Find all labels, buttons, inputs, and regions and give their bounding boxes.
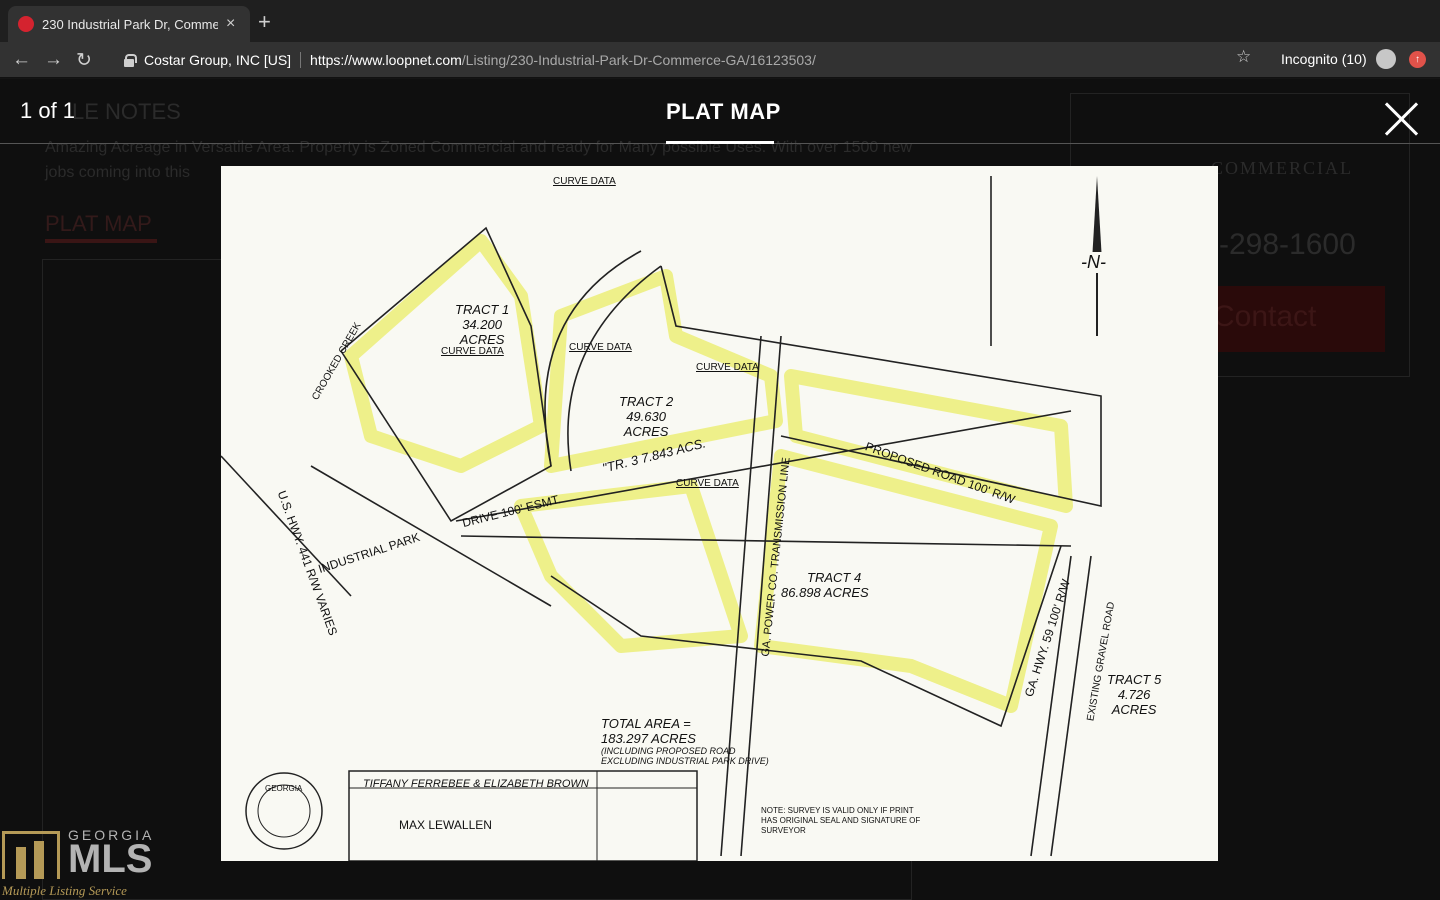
tract-1-label: TRACT 1 34.200 ACRES	[455, 302, 510, 347]
tract-4-label: TRACT 4 86.898 ACRES	[781, 570, 869, 600]
curve-data-label-5: CURVE DATA	[676, 478, 739, 489]
total-area-label: TOTAL AREA = 183.297 ACRES (INCLUDING PRO…	[601, 716, 769, 766]
incognito-label: Incognito (10)	[1281, 51, 1367, 67]
address-separator	[300, 52, 302, 68]
bookmark-star-icon[interactable]: ☆	[1236, 47, 1251, 67]
tab-close-icon[interactable]: ×	[226, 15, 235, 33]
reload-icon[interactable]: ↻	[76, 49, 92, 72]
georgia-mls-logo: GEORGIA MLS Multiple Listing Service	[2, 827, 162, 899]
survey-note: NOTE: SURVEY IS VALID ONLY IF PRINT HAS …	[761, 806, 921, 835]
back-icon[interactable]: ←	[12, 49, 31, 71]
site-owner: Costar Group, INC [US]	[144, 52, 292, 68]
tract-2-label: TRACT 2 49.630 ACRES	[619, 394, 674, 439]
curve-data-label-1: CURVE DATA	[553, 176, 616, 187]
curve-data-label-2: CURVE DATA	[441, 346, 504, 357]
bg-contact-button: Contact	[1201, 286, 1385, 352]
image-counter: 1 of 1	[20, 98, 76, 123]
incognito-icon[interactable]	[1376, 49, 1396, 69]
curve-data-label-3: CURVE DATA	[569, 342, 632, 353]
bg-notes-line2: jobs coming into this	[45, 164, 190, 181]
modal-title-underline	[666, 141, 774, 144]
bg-agent-phone: -298-1600	[1219, 228, 1356, 261]
url-domain: https://www.loopnet.com	[310, 52, 462, 68]
url-path: /Listing/230-Industrial-Park-Dr-Commerce…	[461, 52, 816, 68]
seal-label: GEORGIA	[265, 784, 303, 793]
bg-heading-underline	[45, 239, 157, 243]
bg-agent-brand: COMMERCIAL	[1211, 158, 1354, 178]
browser-toolbar: ← → ↻ Costar Group, INC [US] https://www…	[0, 42, 1440, 78]
plat-map-image: TRACT 1 34.200 ACRES TRACT 2 49.630 ACRES "T…	[221, 166, 1218, 861]
bg-contact-label: Contact	[1213, 300, 1317, 333]
lock-icon	[124, 54, 137, 67]
lightbox-header: 1 of 1 PLAT MAP	[0, 79, 1440, 144]
new-tab-icon[interactable]: +	[258, 9, 271, 35]
mls-building-icon	[2, 831, 60, 879]
bg-plat-heading: PLAT MAP	[45, 211, 152, 236]
tab-title: 230 Industrial Park Dr, Commerce	[42, 16, 218, 32]
browser-tab[interactable]: 230 Industrial Park Dr, Commerce ×	[8, 6, 250, 42]
page-content: LE NOTES Amazing Acreage in Versatile Ar…	[0, 79, 1440, 900]
north-label: -N-	[1081, 252, 1106, 273]
loopnet-favicon-icon	[18, 16, 34, 32]
close-icon[interactable]	[1383, 100, 1421, 138]
tract-5-label: TRACT 5 4.726 ACRES	[1107, 672, 1162, 717]
curve-data-label-4: CURVE DATA	[696, 362, 759, 373]
survey-for-label: TIFFANY FERREBEE & ELIZABETH BROWN	[363, 778, 589, 790]
update-menu-icon[interactable]: ↑	[1409, 51, 1426, 68]
forward-icon[interactable]: →	[44, 49, 63, 71]
mls-tagline: Multiple Listing Service	[2, 883, 127, 898]
address-bar[interactable]: Costar Group, INC [US] https://www.loopn…	[108, 45, 1268, 75]
mls-wordmark: MLS	[68, 837, 153, 881]
browser-tab-strip: 230 Industrial Park Dr, Commerce × +	[0, 0, 1440, 42]
surveyor-label: MAX LEWALLEN	[399, 818, 492, 832]
modal-title: PLAT MAP	[666, 99, 781, 124]
